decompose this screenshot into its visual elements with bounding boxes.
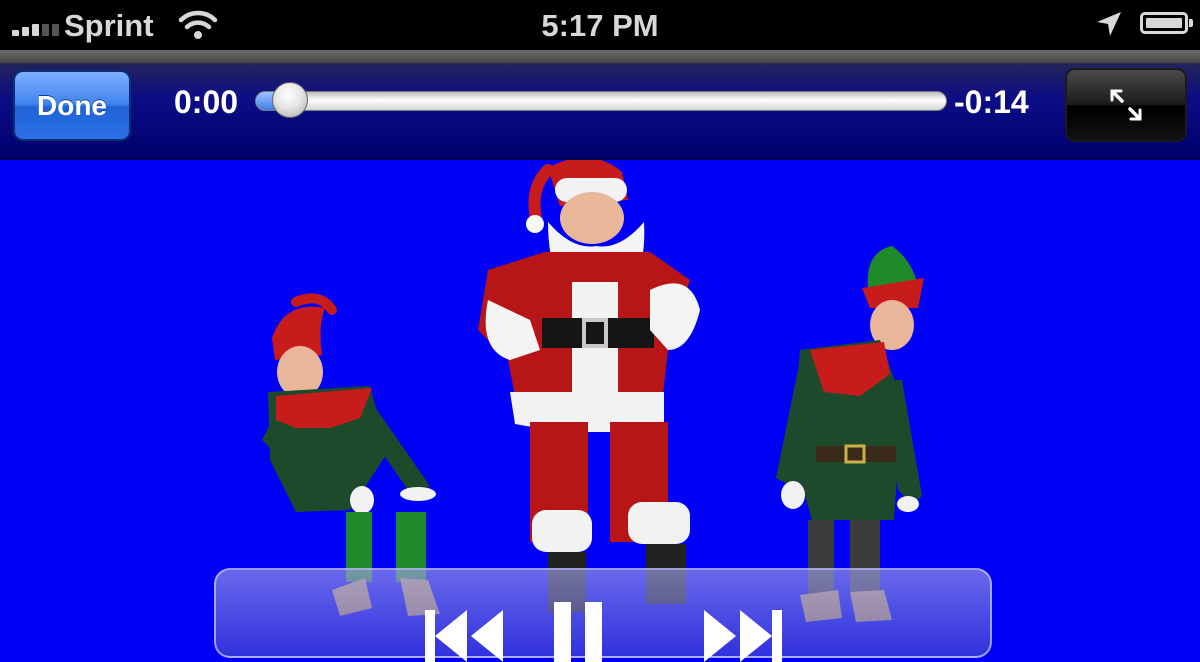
santa bbox=[478, 160, 700, 612]
status-time: 5:17 PM bbox=[541, 8, 659, 43]
next-track-icon[interactable] bbox=[700, 602, 786, 662]
previous-track-icon[interactable] bbox=[421, 602, 507, 662]
battery-icon bbox=[1140, 12, 1193, 34]
status-bar: Sprint 5:17 PM bbox=[0, 0, 1200, 50]
scrubber-thumb[interactable] bbox=[271, 82, 308, 118]
fullscreen-button[interactable] bbox=[1065, 68, 1187, 142]
video-frame[interactable] bbox=[0, 160, 1200, 630]
playback-controls bbox=[214, 568, 992, 662]
elapsed-time: 0:00 bbox=[174, 84, 239, 120]
done-button[interactable]: Done bbox=[13, 70, 131, 141]
location-arrow-icon bbox=[1097, 12, 1121, 36]
fullscreen-toggle-icon bbox=[1110, 89, 1142, 121]
player-toolbar: Done 0:00 -0:14 bbox=[0, 50, 1200, 160]
remaining-time: -0:14 bbox=[954, 84, 1029, 120]
scrubber-track[interactable] bbox=[255, 91, 947, 111]
elf-right bbox=[776, 246, 924, 622]
pause-icon[interactable] bbox=[548, 602, 608, 662]
